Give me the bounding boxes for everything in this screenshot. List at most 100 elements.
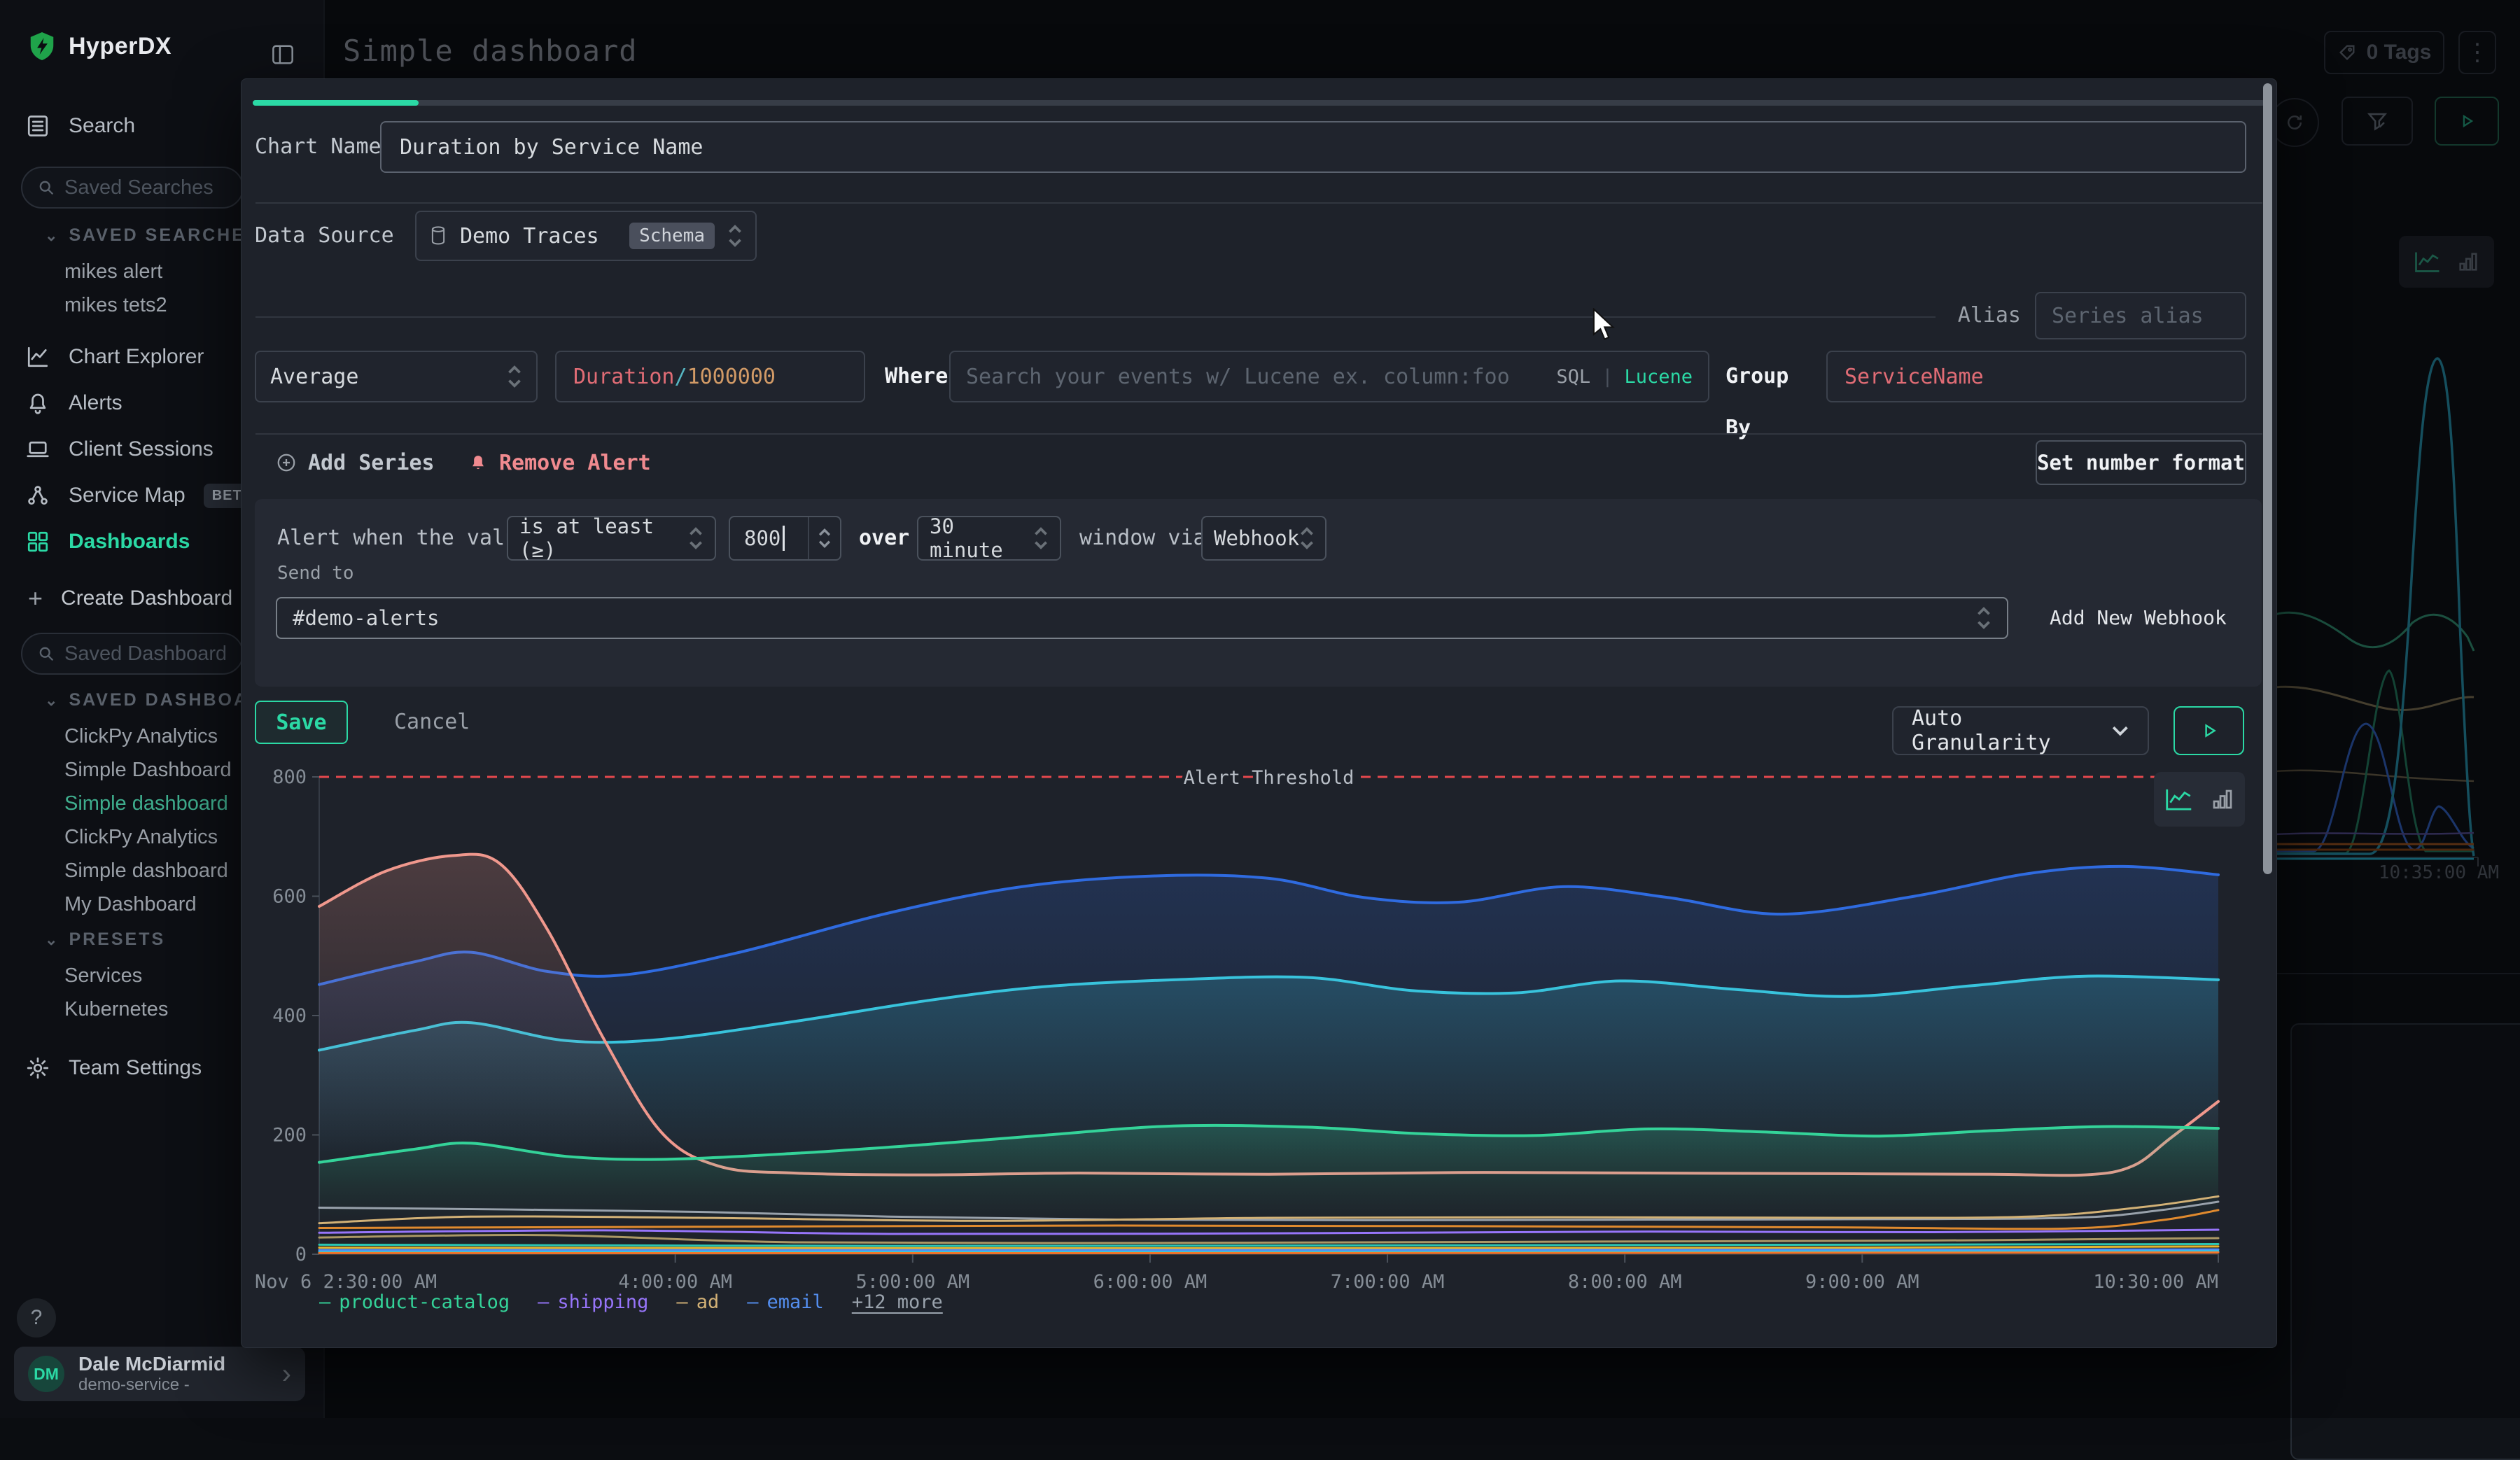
list-item[interactable]: mikes tets2: [64, 288, 167, 322]
modal-progress-track: [253, 100, 2265, 106]
select-chevrons-icon: [1033, 526, 1049, 550]
run-chart-button[interactable]: [2174, 706, 2244, 755]
add-new-webhook-button[interactable]: Add New Webhook: [2050, 597, 2227, 639]
chevron-down-icon: ⌄: [45, 692, 57, 710]
saved-searches-search[interactable]: [21, 167, 244, 209]
alert-condition-select[interactable]: is at least (≥): [507, 516, 716, 561]
chevron-up-icon: [818, 528, 831, 536]
saved-dashboards-search[interactable]: [21, 633, 244, 675]
alert-channel-select[interactable]: Webhook: [1201, 516, 1326, 561]
chevron-down-icon: ⌄: [45, 931, 57, 949]
svg-text:0: 0: [295, 1244, 307, 1265]
data-source-select[interactable]: Demo Traces Schema: [415, 211, 757, 261]
sidebar-item-search[interactable]: Search: [25, 111, 135, 141]
number-stepper[interactable]: [808, 517, 840, 559]
search-icon: [36, 178, 56, 197]
chevron-right-icon: ›: [282, 1360, 291, 1388]
user-menu[interactable]: DM Dale McDiarmid demo-service - ›: [14, 1347, 305, 1401]
modal-scrollbar[interactable]: [2263, 83, 2272, 874]
list-item[interactable]: Services: [64, 959, 168, 992]
save-button[interactable]: Save: [255, 701, 348, 744]
field-expression-input[interactable]: Duration/1000000: [555, 351, 865, 402]
legend-item[interactable]: —ad: [676, 1291, 719, 1313]
sql-toggle[interactable]: SQL: [1556, 366, 1590, 388]
saved-searches-header[interactable]: ⌄ SAVED SEARCHES: [45, 225, 260, 246]
aggregation-select[interactable]: Average: [255, 351, 538, 402]
list-item[interactable]: mikes alert: [64, 255, 167, 288]
set-number-format-button[interactable]: Set number format: [2036, 440, 2246, 485]
cancel-button[interactable]: Cancel: [394, 701, 470, 744]
presets-list: ServicesKubernetes: [64, 959, 168, 1026]
help-button[interactable]: ?: [17, 1298, 56, 1338]
sidebar-item-team-settings[interactable]: Team Settings: [25, 1053, 202, 1083]
legend-item[interactable]: —shipping: [538, 1291, 648, 1313]
list-item[interactable]: My Dashboard: [64, 887, 232, 921]
legend-swatch: —: [538, 1291, 549, 1313]
where-search-input[interactable]: Search your events w/ Lucene ex. column:…: [949, 351, 1709, 402]
svg-text:600: 600: [272, 886, 307, 908]
list-item[interactable]: Simple Dashboard: [64, 753, 232, 787]
granularity-select[interactable]: Auto Granularity: [1892, 706, 2149, 755]
where-label: Where: [885, 351, 935, 402]
webhook-select[interactable]: #demo-alerts: [276, 597, 2008, 639]
user-name: Dale McDiarmid: [78, 1353, 268, 1375]
sidebar-item-client-sessions[interactable]: Client Sessions: [25, 434, 214, 465]
create-dashboard-button[interactable]: + Create Dashboard: [28, 584, 232, 613]
chart-type-toggle[interactable]: [2154, 772, 2245, 827]
text-caret: [783, 526, 785, 551]
bar-chart-icon: [2210, 787, 2235, 812]
select-chevrons-icon: [1976, 606, 1991, 630]
app-logo[interactable]: HyperDX: [28, 31, 172, 62]
chart-explorer-icon: [25, 344, 50, 370]
alias-input[interactable]: Series alias: [2035, 292, 2246, 339]
sidebar-item-alerts[interactable]: Alerts: [25, 388, 122, 419]
sidebar-item-service-map[interactable]: Service Map BETA: [25, 480, 260, 511]
edit-chart-modal: Chart Name Duration by Service Name Data…: [241, 78, 2277, 1348]
list-item[interactable]: Kubernetes: [64, 992, 168, 1026]
laptop-icon: [25, 437, 50, 462]
timeseries-chart: 0200400600800Nov 6 2:30:00 AM4:00:00 AM5…: [241, 765, 2276, 1325]
sidebar-item-label: Chart Explorer: [69, 345, 204, 369]
legend-item[interactable]: —product-catalog: [319, 1291, 510, 1313]
chart-name-label: Chart Name: [255, 121, 382, 173]
lucene-toggle[interactable]: Lucene: [1624, 366, 1693, 388]
alert-prefix-text: Alert when the value: [277, 516, 530, 561]
legend-swatch: —: [676, 1291, 687, 1313]
saved-searches-input[interactable]: [63, 176, 227, 200]
alert-via-text: window via: [1079, 516, 1206, 561]
list-item[interactable]: ClickPy Analytics: [64, 820, 232, 854]
mouse-cursor: [1591, 308, 1620, 342]
avatar: DM: [28, 1356, 64, 1392]
sidebar-item-label: Search: [69, 114, 135, 138]
svg-text:9:00:00 AM: 9:00:00 AM: [1805, 1271, 1919, 1293]
svg-text:10:30:00 AM: 10:30:00 AM: [2093, 1271, 2218, 1293]
app-logo-text: HyperDX: [69, 33, 172, 60]
field-token: Duration: [573, 365, 675, 389]
svg-text:7:00:00 AM: 7:00:00 AM: [1331, 1271, 1445, 1293]
bell-icon: [25, 391, 50, 416]
group-by-input[interactable]: ServiceName: [1826, 351, 2246, 402]
svg-text:5:00:00 AM: 5:00:00 AM: [856, 1271, 970, 1293]
sidebar-item-dashboards[interactable]: Dashboards: [25, 526, 190, 557]
legend-item[interactable]: —email: [747, 1291, 824, 1313]
number-token: 1000000: [687, 365, 776, 389]
alert-threshold-input[interactable]: 800: [729, 516, 841, 561]
saved-dashboards-input[interactable]: [63, 642, 227, 666]
chart-name-input[interactable]: Duration by Service Name: [380, 121, 2246, 173]
presets-header[interactable]: ⌄ PRESETS: [45, 929, 165, 950]
sidebar-item-chart-explorer[interactable]: Chart Explorer: [25, 342, 204, 372]
alert-window-select[interactable]: 30 minute: [917, 516, 1061, 561]
list-item[interactable]: Simple dashboard: [64, 787, 232, 820]
list-item[interactable]: ClickPy Analytics: [64, 720, 232, 753]
legend-swatch: —: [319, 1291, 330, 1313]
remove-alert-button[interactable]: Remove Alert: [468, 440, 651, 485]
modal-progress-accent: [253, 100, 419, 106]
logs-icon: [25, 113, 50, 139]
list-item[interactable]: Simple dashboard: [64, 854, 232, 887]
alert-over-text: over: [859, 516, 909, 561]
sidebar-collapse-icon[interactable]: [267, 39, 298, 70]
divider: [255, 316, 1935, 318]
add-series-button[interactable]: Add Series: [276, 440, 435, 485]
legend-more-link[interactable]: +12 more: [852, 1291, 943, 1313]
send-to-label: Send to: [277, 559, 354, 587]
